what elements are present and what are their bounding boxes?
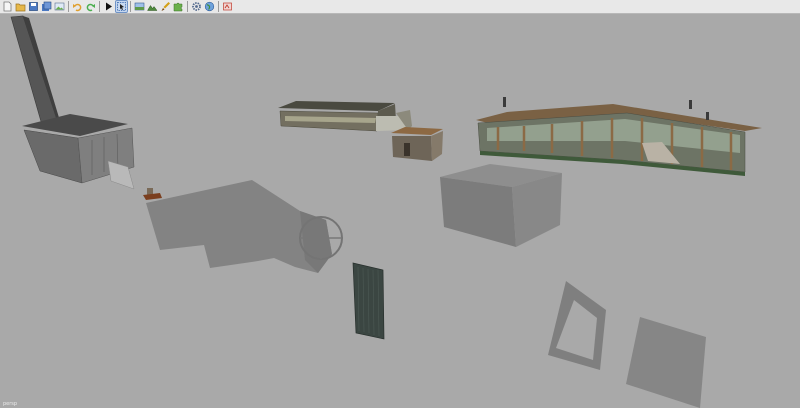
warehouse-model[interactable] xyxy=(278,101,412,132)
new-file-icon xyxy=(3,1,12,12)
scene-canvas[interactable] xyxy=(0,15,800,408)
debug-button[interactable] xyxy=(222,1,233,12)
terrain-button[interactable] xyxy=(147,1,158,12)
brush-icon xyxy=(161,2,170,11)
puzzle-button[interactable] xyxy=(173,1,184,12)
toolbar-separator xyxy=(130,1,131,12)
settings-button[interactable] xyxy=(191,1,202,12)
open-folder-button[interactable] xyxy=(15,1,26,12)
camera-label: persp xyxy=(3,401,18,407)
play-button[interactable] xyxy=(103,1,114,12)
save-all-icon xyxy=(42,1,52,11)
undo-icon xyxy=(73,3,82,12)
brush-button[interactable] xyxy=(160,1,171,12)
terrain-icon xyxy=(147,5,158,11)
save-icon xyxy=(29,2,38,11)
scene-button[interactable] xyxy=(134,1,145,12)
globe-icon xyxy=(204,1,215,12)
debug-icon xyxy=(223,2,232,11)
select-button[interactable] xyxy=(115,0,128,13)
open-folder-icon xyxy=(15,3,26,12)
puzzle-icon xyxy=(173,2,183,12)
toolbar-separator xyxy=(99,1,100,12)
image-icon xyxy=(54,2,65,11)
select-icon xyxy=(117,2,126,11)
save-all-button[interactable] xyxy=(41,1,52,12)
toolbar-separator xyxy=(187,1,188,12)
door-model[interactable] xyxy=(352,262,385,340)
shed-model[interactable] xyxy=(391,127,443,161)
new-file-button[interactable] xyxy=(2,1,13,12)
toolbar-separator xyxy=(218,1,219,12)
globe-button[interactable] xyxy=(204,1,215,12)
settings-icon xyxy=(192,2,201,11)
scene-icon xyxy=(134,2,145,11)
scene-viewport[interactable]: persp xyxy=(0,15,800,408)
redo-icon xyxy=(86,3,95,12)
undo-button[interactable] xyxy=(72,1,83,12)
redo-button[interactable] xyxy=(85,1,96,12)
save-button[interactable] xyxy=(28,1,39,12)
play-icon xyxy=(106,2,112,11)
toolbar-separator xyxy=(68,1,69,12)
main-toolbar xyxy=(0,0,800,14)
image-button[interactable] xyxy=(54,1,65,12)
